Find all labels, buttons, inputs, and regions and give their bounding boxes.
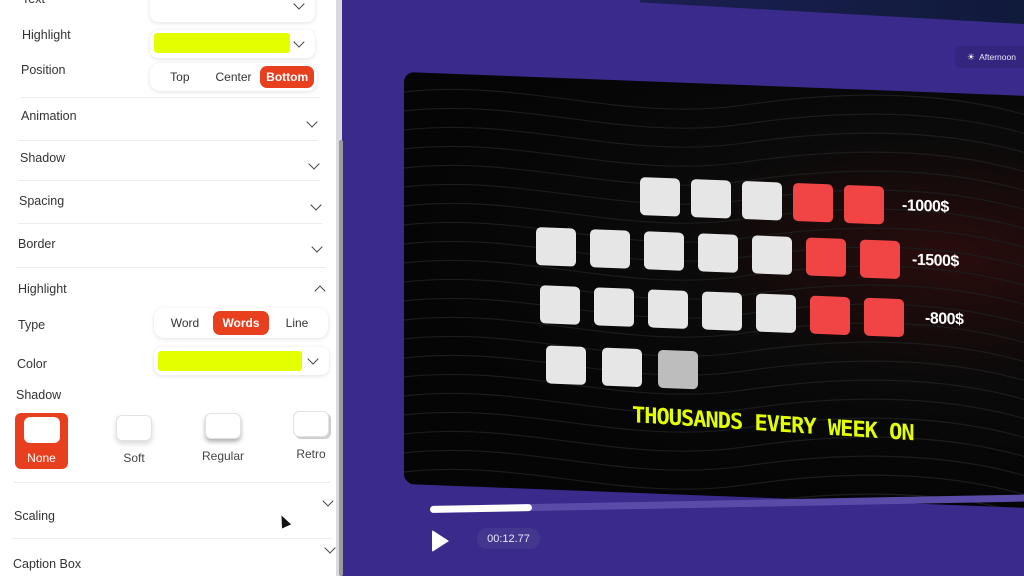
tile-red <box>793 182 833 223</box>
tile-white <box>536 227 576 267</box>
chevron-down-icon <box>311 241 323 253</box>
tile-red <box>810 295 850 336</box>
wave-background <box>404 88 1024 509</box>
highlight-color-swatch <box>154 33 290 53</box>
sun-horizon-icon: ☀ <box>967 51 976 62</box>
chevron-up-icon <box>314 285 326 297</box>
tile-white <box>590 229 630 269</box>
tile-white <box>702 291 742 331</box>
tile-white <box>540 285 580 325</box>
highlight-type-label: Type <box>18 318 46 332</box>
tile-red <box>864 297 904 338</box>
divider <box>18 140 318 141</box>
video-preview[interactable]: -1000$ -1500$ -800$ THOUSANDS EVERY WEEK O… <box>404 72 1024 509</box>
shadow-preview-soft <box>116 415 152 441</box>
amount-label: -800$ <box>925 310 964 329</box>
highlight-shadow-label: Shadow <box>16 388 62 402</box>
play-icon[interactable] <box>432 530 449 552</box>
amount-label: -1500$ <box>912 251 959 271</box>
tile-white <box>546 345 586 385</box>
tile-white <box>640 177 680 217</box>
type-line-option[interactable]: Line <box>269 311 325 335</box>
tile-red <box>844 184 884 225</box>
playback-progress-fill <box>429 504 533 513</box>
position-label: Position <box>21 63 66 77</box>
time-of-day-label: Afternoon <box>979 52 1016 62</box>
shadow-option-none[interactable]: None <box>15 413 68 469</box>
section-shadow-label: Shadow <box>20 151 66 165</box>
text-label: Text <box>22 0 45 6</box>
divider <box>18 223 322 224</box>
caption-settings-panel: Text Highlight Position Top Center Botto… <box>0 0 342 576</box>
divider <box>14 482 330 483</box>
chevron-down-icon <box>308 158 320 170</box>
shadow-option-label: Regular <box>201 449 245 463</box>
tile-white <box>648 289 688 329</box>
tile-white <box>602 347 642 388</box>
type-word-option[interactable]: Word <box>157 311 213 335</box>
divider <box>18 180 320 181</box>
tile-white <box>742 180 782 221</box>
type-words-option[interactable]: Words <box>213 311 269 335</box>
position-center-option[interactable]: Center <box>207 66 261 88</box>
mouse-cursor-icon <box>276 513 292 529</box>
tile-white <box>594 287 634 327</box>
divider <box>16 267 326 268</box>
tile-dim <box>658 349 698 390</box>
chevron-down-icon <box>293 36 305 48</box>
shadow-option-retro[interactable]: Retro <box>281 411 336 461</box>
divider <box>12 538 332 539</box>
shadow-option-regular[interactable]: Regular <box>193 413 253 463</box>
tile-red <box>806 237 846 277</box>
tile-white <box>752 235 792 275</box>
shadow-option-label: Soft <box>123 451 145 465</box>
position-bottom-option[interactable]: Bottom <box>260 66 315 88</box>
amount-label: -1000$ <box>902 197 949 216</box>
section-animation-label: Animation <box>21 109 77 123</box>
chevron-down-icon <box>293 0 305 10</box>
shadow-option-soft[interactable]: Soft <box>104 415 164 465</box>
highlight-section-color-select[interactable] <box>154 347 329 375</box>
shadow-option-label: None <box>27 451 56 465</box>
highlight-type-segmented-control: Word Words Line <box>154 308 328 338</box>
tile-white <box>698 233 738 273</box>
highlight-section-color-swatch <box>158 351 302 371</box>
highlight-color-label: Color <box>17 357 47 371</box>
shadow-preview-regular <box>205 413 241 439</box>
section-border-label: Border <box>18 237 56 251</box>
shadow-option-label: Retro <box>296 447 326 461</box>
section-caption-box-label: Caption Box <box>13 557 82 571</box>
highlight-color-select[interactable] <box>150 30 315 58</box>
divider <box>20 97 320 98</box>
chevron-down-icon <box>306 116 318 128</box>
time-of-day-badge[interactable]: ☀ Afternoon <box>955 46 1024 68</box>
chevron-down-icon <box>310 199 322 211</box>
section-spacing-label: Spacing <box>19 194 65 208</box>
highlight-label: Highlight <box>22 28 71 42</box>
position-segmented-control: Top Center Bottom <box>150 63 317 91</box>
section-highlight-label: Highlight <box>18 282 67 296</box>
section-scaling-label: Scaling <box>14 509 55 523</box>
tile-white <box>756 293 796 334</box>
tile-white <box>691 179 731 219</box>
chevron-down-icon <box>324 542 336 554</box>
playback-time: 00:12.77 <box>477 528 540 549</box>
tile-red <box>860 239 900 280</box>
chevron-down-icon <box>322 495 334 507</box>
shadow-preview-retro <box>293 411 329 437</box>
tile-white <box>644 231 684 271</box>
top-strip <box>640 0 1024 24</box>
chevron-down-icon <box>307 353 319 365</box>
text-color-select[interactable] <box>150 0 315 22</box>
position-top-option[interactable]: Top <box>153 66 207 88</box>
panel-scrollbar[interactable] <box>339 140 343 576</box>
shadow-preview-none <box>23 417 60 443</box>
